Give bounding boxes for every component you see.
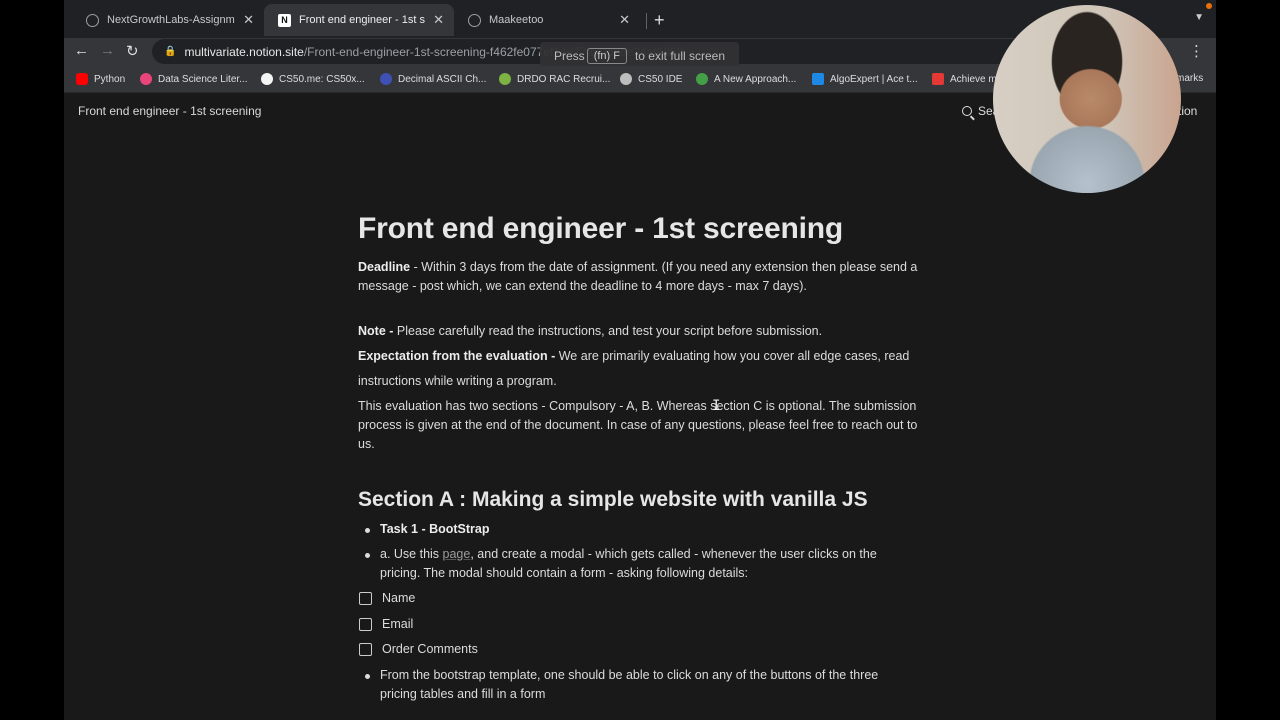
bookmark-label: Python (94, 73, 126, 85)
bookmark-other[interactable]: marks (1176, 73, 1203, 84)
bookmark-python[interactable]: Python (76, 73, 125, 85)
note-label: Note - (358, 324, 394, 338)
bookmark-label: AlgoExpert | Ace t... (830, 73, 918, 85)
toast-key: (fn) F (586, 48, 627, 64)
bookmark-algoexpert[interactable]: AlgoExpert | Ace t... (812, 73, 918, 85)
toast-text-before: Press (554, 49, 585, 63)
todo-label: Email (382, 616, 414, 631)
bookmark-label: DRDO RAC Recrui... (517, 73, 611, 85)
bookmark-drdo[interactable]: DRDO RAC Recrui... (499, 73, 610, 85)
algoexpert-icon (812, 73, 824, 85)
bookmark-label: A New Approach... (714, 73, 797, 85)
empty-block (358, 302, 918, 322)
youtube-icon (76, 73, 88, 85)
note-paragraph: Note - Please carefully read the instruc… (358, 322, 918, 341)
expectation-text: We are primarily evaluating how you cove… (555, 349, 910, 363)
notion-icon: N (278, 13, 291, 27)
note-text: Please carefully read the instructions, … (393, 324, 823, 338)
reload-icon[interactable]: ↻ (126, 42, 139, 60)
bookmark-label: Achieve m (950, 73, 997, 85)
globe-icon (86, 13, 99, 27)
bookmark-label: Decimal ASCII Ch... (398, 73, 487, 85)
toast-text-after: to exit full screen (634, 49, 726, 63)
bookmark-data-science[interactable]: Data Science Liter... (140, 73, 248, 85)
close-icon[interactable]: ✕ (619, 12, 630, 28)
tab-maakeetoo[interactable]: Maakeetoo ✕ (454, 6, 640, 34)
bookmark-achieve[interactable]: Achieve m (932, 73, 997, 85)
deadline-paragraph: Deadline - Within 3 days from the date o… (358, 258, 918, 296)
bookmark-label: marks (1176, 73, 1204, 84)
chevron-down-icon[interactable]: ▼ (1194, 12, 1204, 23)
checkbox[interactable] (359, 643, 372, 656)
lock-icon: 🔒 (164, 46, 177, 57)
bookmark-cs50-ide[interactable]: CS50 IDE (620, 73, 682, 85)
tab-title: NextGrowthLabs-Assignment (107, 14, 235, 26)
close-icon[interactable]: ✕ (243, 12, 254, 28)
webcam-overlay (993, 5, 1181, 193)
expectation-continued: instructions while writing a program. (358, 374, 557, 388)
bookmark-icon (380, 73, 392, 85)
page-title: Front end engineer - 1st screening (358, 212, 843, 245)
breadcrumb[interactable]: Front end engineer - 1st screening (78, 104, 261, 118)
tab-front-end-engineer[interactable]: N Front end engineer - 1st screening ✕ (264, 4, 454, 36)
bookmark-icon (499, 73, 511, 85)
forward-arrow-icon[interactable]: → (100, 42, 115, 59)
deadline-text: - Within 3 days from the date of assignm… (358, 260, 918, 293)
tab-title: Maakeetoo (489, 14, 544, 26)
url-host: multivariate.notion.site (184, 44, 304, 59)
close-icon[interactable]: ✕ (433, 12, 444, 28)
tab-divider (646, 13, 647, 29)
bookmark-label: CS50 IDE (638, 73, 683, 85)
expectation-paragraph: Expectation from the evaluation - We are… (358, 347, 918, 366)
bookmark-label: Data Science Liter... (158, 73, 248, 85)
bookmark-new-approach[interactable]: A New Approach... (696, 73, 796, 85)
new-tab-plus-icon[interactable]: + (654, 10, 665, 31)
github-icon (261, 73, 273, 85)
bookmark-decimal-ascii[interactable]: Decimal ASCII Ch... (380, 73, 486, 85)
checkbox[interactable] (359, 592, 372, 605)
tab-nextgrowthlabs[interactable]: NextGrowthLabs-Assignment ✕ (72, 6, 264, 34)
bookmark-icon (140, 73, 152, 85)
todo-order-comments: Order Comments (358, 640, 918, 659)
bookmark-icon (696, 73, 708, 85)
list-item: From the bootstrap template, one should … (358, 666, 918, 704)
text-cursor-icon: I (712, 398, 721, 414)
page-link[interactable]: page (443, 547, 471, 561)
bookmark-label: CS50.me: CS50x... (279, 73, 365, 85)
search-icon (962, 106, 972, 116)
expectation-label: Expectation from the evaluation - (358, 349, 556, 363)
checkbox[interactable] (359, 617, 372, 631)
notion-page-content: Front end engineer - 1st screening Deadl… (358, 210, 918, 710)
todo-name: Name (358, 589, 918, 608)
sections-paragraph: This evaluation has two sections - Compu… (358, 399, 918, 451)
topbar-right-label[interactable]: tion (1178, 104, 1197, 118)
globe-icon (468, 13, 481, 27)
bookmark-icon (620, 73, 632, 85)
section-a-heading: Section A : Making a simple website with… (358, 488, 868, 511)
recording-indicator-icon (1206, 3, 1212, 9)
last-bullet-text: From the bootstrap template, one should … (380, 667, 879, 701)
bookmark-icon (932, 73, 944, 85)
todo-email: Email (358, 615, 918, 634)
todo-label: Order Comments (382, 642, 478, 656)
bookmark-cs50me[interactable]: CS50.me: CS50x... (261, 73, 365, 85)
todo-label: Name (382, 591, 416, 605)
tab-title: Front end engineer - 1st screening (299, 14, 425, 26)
list-item: Task 1 - BootStrap (358, 520, 918, 539)
deadline-label: Deadline (358, 260, 411, 274)
list-item: a. Use this page, and create a modal - w… (358, 545, 918, 583)
back-arrow-icon[interactable]: ← (74, 42, 89, 59)
kebab-menu-icon[interactable]: ⋮ (1189, 42, 1204, 60)
task1a-before: a. Use this (380, 547, 443, 561)
task1-label: Task 1 - BootStrap (380, 522, 490, 536)
